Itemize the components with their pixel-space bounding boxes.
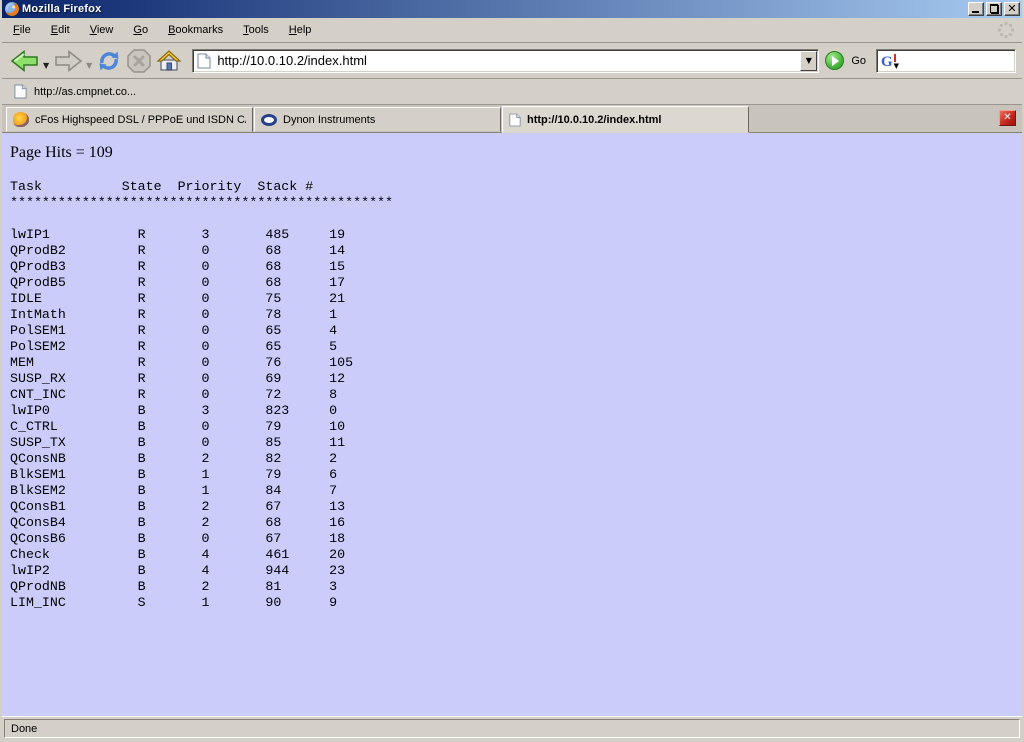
home-button[interactable] <box>154 46 184 76</box>
go-icon <box>825 51 844 70</box>
menu-edit[interactable]: Edit <box>44 21 77 39</box>
search-input[interactable]: G ▼ <box>876 49 1016 73</box>
title-bar: Mozilla Firefox ✕ <box>2 0 1022 18</box>
menu-go[interactable]: Go <box>126 21 155 39</box>
tab-label: cFos Highspeed DSL / PPPoE und ISDN CAP.… <box>35 114 246 126</box>
tab-dynon[interactable]: Dynon Instruments <box>254 107 501 132</box>
forward-button[interactable] <box>51 46 85 76</box>
tab-cfos[interactable]: cFos Highspeed DSL / PPPoE und ISDN CAP.… <box>6 107 253 132</box>
home-icon <box>156 49 182 73</box>
page-icon <box>14 84 27 99</box>
task-table: Task State Priority Stack # ************… <box>10 179 1022 611</box>
menu-file[interactable]: File <box>6 21 38 39</box>
go-button[interactable]: Go <box>825 51 866 70</box>
menu-bookmarks[interactable]: Bookmarks <box>161 21 230 39</box>
page-icon <box>197 53 211 69</box>
address-bar[interactable]: http://10.0.10.2/index.html ▼ <box>192 49 819 73</box>
firefox-app-icon <box>5 2 19 16</box>
go-label: Go <box>851 55 866 67</box>
reload-icon <box>96 49 122 73</box>
menu-tools[interactable]: Tools <box>236 21 276 39</box>
google-search-icon[interactable]: G ▼ <box>881 53 899 69</box>
bookmark-label: http://as.cmpnet.co... <box>34 86 136 98</box>
tab-index-active[interactable]: http://10.0.10.2/index.html <box>502 106 749 133</box>
page-content: Page Hits = 109 Task State Priority Stac… <box>2 133 1022 716</box>
stop-button[interactable] <box>124 46 154 76</box>
navigation-toolbar: ▼ ▼ <box>2 43 1022 79</box>
cfos-icon <box>13 112 29 127</box>
close-tab-button[interactable]: ✕ <box>999 110 1016 126</box>
browser-window: Mozilla Firefox ✕ File Edit View Go Book… <box>0 0 1024 742</box>
window-title: Mozilla Firefox <box>22 3 968 15</box>
address-input[interactable]: http://10.0.10.2/index.html <box>217 53 800 68</box>
status-text: Done <box>11 723 37 735</box>
throbber-icon <box>996 20 1016 40</box>
minimize-icon <box>972 11 979 13</box>
minimize-button[interactable] <box>968 2 984 16</box>
stop-icon <box>126 48 152 74</box>
page-hits-text: Page Hits = 109 <box>10 144 1022 162</box>
reload-button[interactable] <box>94 46 124 76</box>
close-icon: ✕ <box>1007 4 1016 14</box>
forward-icon <box>53 49 83 73</box>
tab-label: http://10.0.10.2/index.html <box>527 114 661 126</box>
back-button[interactable] <box>8 46 42 76</box>
tab-label: Dynon Instruments <box>283 114 375 126</box>
back-icon <box>10 49 40 73</box>
status-panel: Done <box>4 719 1020 738</box>
page-icon <box>509 113 521 127</box>
dynon-icon <box>261 114 277 126</box>
menu-view[interactable]: View <box>83 21 121 39</box>
tab-bar: cFos Highspeed DSL / PPPoE und ISDN CAP.… <box>2 105 1022 133</box>
back-history-dropdown[interactable]: ▼ <box>43 61 49 70</box>
bookmark-item[interactable]: http://as.cmpnet.co... <box>8 82 142 101</box>
status-bar: Done <box>2 716 1022 740</box>
restore-icon <box>990 5 999 13</box>
address-dropdown-button[interactable]: ▼ <box>800 51 817 71</box>
menu-bar: File Edit View Go Bookmarks Tools Help <box>2 18 1022 43</box>
bookmarks-toolbar: http://as.cmpnet.co... <box>2 79 1022 105</box>
restore-button[interactable] <box>986 2 1002 16</box>
close-button[interactable]: ✕ <box>1004 2 1020 16</box>
forward-history-dropdown[interactable]: ▼ <box>86 61 92 70</box>
menu-help[interactable]: Help <box>282 21 319 39</box>
